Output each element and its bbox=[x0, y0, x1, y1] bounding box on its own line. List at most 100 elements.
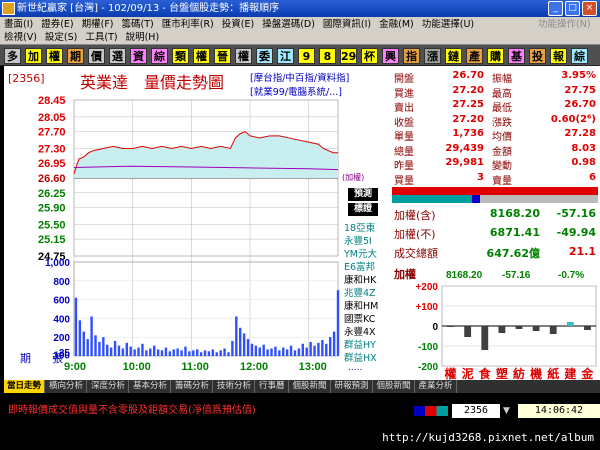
toolbar-button-25[interactable]: 投 bbox=[529, 48, 546, 64]
menu2-item-2[interactable]: 工具(T) bbox=[85, 32, 117, 43]
status-stock-code[interactable]: 2356 bbox=[452, 404, 500, 418]
menu-item-6[interactable]: 操盤選碼(D) bbox=[262, 19, 315, 30]
quote-value: 3.95% bbox=[561, 70, 596, 81]
toolbar-button-5[interactable]: 選 bbox=[109, 48, 126, 64]
toolbar-button-14[interactable]: 9 bbox=[298, 48, 315, 64]
volume-bar bbox=[176, 348, 179, 356]
menu-item-9[interactable]: 功能選擇(U) bbox=[422, 19, 474, 30]
broker-more[interactable]: ..... bbox=[348, 363, 362, 373]
menu2-item-0[interactable]: 檢視(V) bbox=[4, 32, 37, 43]
volume-bar bbox=[317, 342, 320, 356]
related-index-links[interactable]: [摩台指/中百指/資料指] bbox=[250, 70, 349, 84]
toolbar-button-3[interactable]: 期 bbox=[67, 48, 84, 64]
broker-item[interactable]: 康和HK bbox=[344, 272, 376, 286]
toolbar-button-26[interactable]: 報 bbox=[550, 48, 567, 64]
volume-bar bbox=[133, 349, 136, 356]
volume-bar bbox=[231, 340, 234, 356]
toolbar-button-12[interactable]: 委 bbox=[256, 48, 273, 64]
menu-item-7[interactable]: 國際資訊(I) bbox=[323, 19, 371, 30]
broker-tab-1[interactable]: 標證 bbox=[348, 203, 378, 216]
status-arrow-icon: ▼ bbox=[503, 406, 510, 416]
volume-bar bbox=[145, 350, 148, 356]
menu-item-0[interactable]: 畫面(I) bbox=[4, 19, 33, 30]
menu-item-4[interactable]: 匯市利率(R) bbox=[162, 19, 214, 30]
menu-item-5[interactable]: 投資(E) bbox=[222, 19, 254, 30]
volume-bar bbox=[196, 349, 199, 356]
analysis-tab-4[interactable]: 籌碼分析 bbox=[172, 380, 214, 393]
broker-item[interactable]: E6富邦 bbox=[344, 259, 375, 273]
toolbar-button-27[interactable]: 綜 bbox=[571, 48, 588, 64]
broker-item[interactable]: 兆豐4Z bbox=[344, 285, 376, 299]
toolbar-button-16[interactable]: 29 bbox=[340, 48, 357, 64]
menu-function-ops[interactable]: 功能操作(N) bbox=[538, 18, 591, 31]
broker-item[interactable]: 永豐5I bbox=[344, 233, 372, 247]
analysis-tab-1[interactable]: 橫向分析 bbox=[46, 380, 88, 393]
status-message: 即時報價成交值與量不含零股及鉅額交易(淨值爲預估值) bbox=[8, 405, 256, 416]
broker-item[interactable]: YM元大 bbox=[344, 246, 377, 260]
toolbar-button-8[interactable]: 類 bbox=[172, 48, 189, 64]
analysis-tab-10[interactable]: 產業分析 bbox=[416, 380, 457, 393]
menu-item-8[interactable]: 金融(M) bbox=[379, 19, 414, 30]
title-bar: 新世紀贏家 [台灣] - 102/09/13 - 台盤個股走勢：播報順序 _ □… bbox=[0, 0, 600, 17]
quote-label: 買量 bbox=[394, 175, 414, 187]
toolbar-button-6[interactable]: 資 bbox=[130, 48, 147, 64]
toolbar-button-23[interactable]: 購 bbox=[487, 48, 504, 64]
analysis-tab-8[interactable]: 研報預測 bbox=[332, 380, 373, 393]
toolbar-button-7[interactable]: 綜 bbox=[151, 48, 168, 64]
toolbar-button-19[interactable]: 指 bbox=[403, 48, 420, 64]
volume-bar bbox=[141, 343, 144, 356]
analysis-tab-2[interactable]: 深度分析 bbox=[88, 380, 130, 393]
volume-bar bbox=[152, 345, 156, 356]
sector-links[interactable]: [就業99/電腦系統/...] bbox=[250, 84, 342, 98]
maximize-button[interactable]: □ bbox=[565, 1, 580, 16]
stock-code: [2356] bbox=[8, 72, 45, 85]
toolbar-button-22[interactable]: 產 bbox=[466, 48, 483, 64]
toolbar-button-17[interactable]: 杯 bbox=[361, 48, 378, 64]
toolbar: 多加權期價選資綜類權晉權委江 9 8 29 杯興指漲鏈產購基投報綜 bbox=[0, 44, 600, 66]
broker-tab-0[interactable]: 預測 bbox=[348, 188, 378, 201]
volume-bar bbox=[164, 347, 168, 356]
broker-item[interactable]: 18亞東 bbox=[344, 220, 375, 234]
volume-bar bbox=[137, 347, 140, 356]
analysis-tab-9[interactable]: 個股新聞 bbox=[374, 380, 415, 393]
menu-item-3[interactable]: 籌碼(T) bbox=[122, 19, 154, 30]
volume-bar bbox=[239, 327, 242, 356]
volume-bar bbox=[184, 346, 187, 356]
minimize-button[interactable]: _ bbox=[548, 1, 563, 16]
broker-item[interactable]: 群益HY bbox=[344, 337, 376, 351]
volume-bar bbox=[207, 351, 211, 356]
toolbar-button-1[interactable]: 加 bbox=[25, 48, 42, 64]
volume-unit-label: 張 bbox=[52, 352, 63, 365]
menu2-item-3[interactable]: 說明(H) bbox=[126, 32, 160, 43]
analysis-tab-6[interactable]: 行事曆 bbox=[256, 380, 289, 393]
toolbar-button-20[interactable]: 漲 bbox=[424, 48, 441, 64]
time-tick-label: 13:00 bbox=[299, 361, 327, 373]
toolbar-button-15[interactable]: 8 bbox=[319, 48, 336, 64]
toolbar-button-4[interactable]: 價 bbox=[88, 48, 105, 64]
broker-item[interactable]: 群益HX bbox=[344, 350, 377, 364]
menu-item-1[interactable]: 證券(E) bbox=[41, 19, 73, 30]
toolbar-button-21[interactable]: 鏈 bbox=[445, 48, 462, 64]
analysis-tab-5[interactable]: 技術分析 bbox=[214, 380, 256, 393]
index-label: 加權(不) bbox=[394, 228, 436, 241]
analysis-tab-3[interactable]: 基本分析 bbox=[130, 380, 172, 393]
close-button[interactable]: × bbox=[582, 1, 597, 16]
toolbar-button-9[interactable]: 權 bbox=[193, 48, 210, 64]
toolbar-button-24[interactable]: 基 bbox=[508, 48, 525, 64]
menu-item-2[interactable]: 期權(F) bbox=[82, 19, 114, 30]
broker-item[interactable]: 國票KC bbox=[344, 311, 375, 325]
toolbar-button-0[interactable]: 多 bbox=[4, 48, 21, 64]
index-change: -49.94 bbox=[556, 226, 596, 239]
toolbar-button-11[interactable]: 權 bbox=[235, 48, 252, 64]
sector-category-label: 泥 bbox=[462, 367, 474, 380]
toolbar-button-10[interactable]: 晉 bbox=[214, 48, 231, 64]
analysis-tab-7[interactable]: 個股新聞 bbox=[290, 380, 331, 393]
analysis-tab-0[interactable]: 當日走勢 bbox=[4, 380, 46, 393]
toolbar-button-18[interactable]: 興 bbox=[382, 48, 399, 64]
menu2-item-1[interactable]: 設定(S) bbox=[45, 32, 77, 43]
broker-item[interactable]: 永豐4X bbox=[344, 324, 376, 338]
volume-bar bbox=[90, 316, 93, 356]
toolbar-button-2[interactable]: 權 bbox=[46, 48, 63, 64]
toolbar-button-13[interactable]: 江 bbox=[277, 48, 294, 64]
broker-item[interactable]: 康和HM bbox=[344, 298, 378, 312]
